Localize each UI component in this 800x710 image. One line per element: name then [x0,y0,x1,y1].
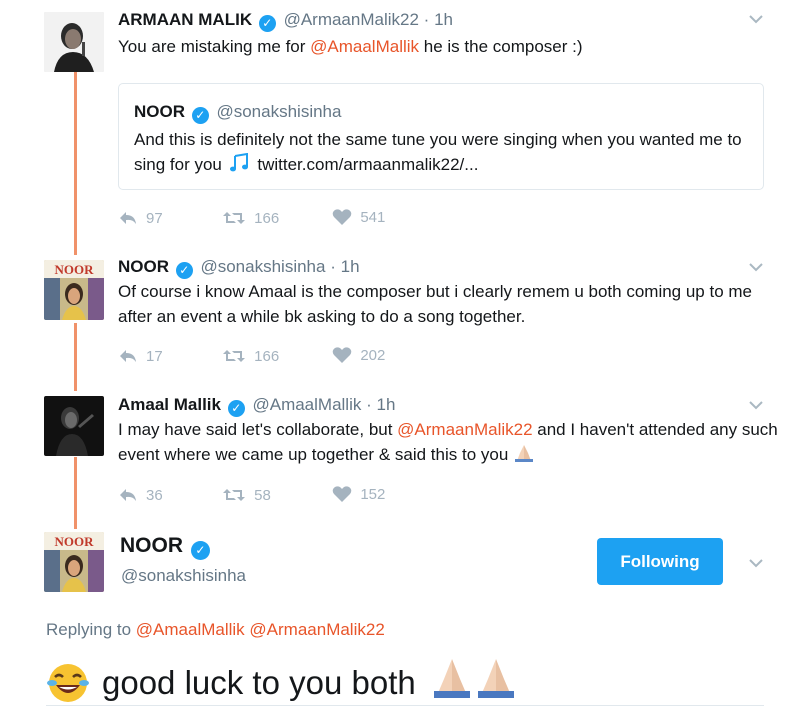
tweet-header: NOOR ✓ @sonakshisinha · 1h [118,257,360,279]
praying-hands-emoji-icon [430,655,520,710]
quoted-link[interactable]: twitter.com/armaanmalik22/... [257,155,478,174]
tweet-amaal[interactable]: Amaal Mallik ✓ @AmaalMallik · 1h I may h… [0,390,800,530]
divider [46,705,764,706]
tweet-header: Amaal Mallik ✓ @AmaalMallik · 1h [118,395,395,417]
like-button[interactable]: 152 [332,485,385,503]
retweet-count: 166 [254,209,280,227]
mention-link[interactable]: @ArmaanMalik22 [397,420,532,439]
like-icon [333,209,352,225]
avatar[interactable] [44,396,104,456]
mention-link[interactable]: @AmaalMallik [310,37,419,56]
replying-mentions[interactable]: @AmaalMallik @ArmaanMalik22 [136,620,385,639]
retweet-button[interactable]: 166 [222,210,328,227]
laughing-crying-emoji-icon [46,661,90,705]
avatar[interactable]: NOOR [44,532,104,592]
retweet-icon [223,212,246,224]
avatar[interactable]: NOOR [44,260,104,320]
reply-button[interactable]: 97 [118,210,218,227]
author-name[interactable]: Amaal Mallik [118,395,221,414]
music-notes-icon [229,152,251,180]
author-name[interactable]: NOOR [118,257,169,276]
timestamp[interactable]: 1h [434,10,453,29]
reply-button[interactable]: 17 [118,348,218,365]
avatar-logo-text: NOOR [55,534,95,549]
main-tweet-name: NOOR ✓ [120,534,213,560]
reply-button[interactable]: 36 [118,487,218,504]
quoted-author-handle: @sonakshisinha [216,102,342,121]
retweet-button[interactable]: 58 [222,487,328,504]
tweet-text: You are mistaking me for @AmaalMallik he… [118,34,778,59]
verified-icon: ✓ [258,15,276,32]
like-icon [333,486,352,502]
separator-dot: · [330,257,336,276]
verified-icon: ✓ [175,262,193,279]
timestamp[interactable]: 1h [341,257,360,276]
main-text: good luck to you both [102,663,416,701]
tweet-text: I may have said let's collaborate, but @… [118,417,778,470]
like-icon [333,347,352,363]
tweet-noor[interactable]: NOOR NOOR ✓ @sonakshisinha · 1h Of cours… [0,250,800,390]
avatar-logo-text: NOOR [55,262,95,277]
retweet-icon [223,350,246,362]
like-button[interactable]: 202 [332,346,385,364]
retweet-button[interactable]: 166 [222,348,328,365]
verified-icon: ✓ [190,541,210,560]
tweet-armaan[interactable]: ARMAAN MALIK ✓ @ArmaanMalik22 · 1h You a… [0,0,800,250]
reply-count: 97 [146,209,163,227]
separator-dot: · [423,10,430,29]
reply-count: 17 [146,347,163,365]
tweet-actions: 36 58 152 [118,485,385,507]
tweet-actions: 97 166 541 [118,208,385,230]
like-count: 202 [360,346,386,364]
tweet-text: Of course i know Amaal is the composer b… [118,282,752,326]
replying-prefix: Replying to [46,620,132,639]
reply-icon [120,489,136,501]
tweet-text-part: You are mistaking me for [118,37,311,56]
author-name[interactable]: NOOR [120,534,183,557]
tweet-text-part: I may have said let's collaborate, but [118,420,398,439]
retweet-count: 166 [254,347,280,365]
retweet-count: 58 [254,486,271,504]
author-handle[interactable]: @sonakshisinha [200,257,325,276]
quoted-tweet[interactable]: NOOR ✓ @sonakshisinha And this is defini… [118,83,764,190]
main-tweet-text: good luck to you both [46,655,520,710]
author-handle[interactable]: @ArmaanMalik22 [284,10,419,29]
quoted-tweet-header: NOOR ✓ @sonakshisinha [134,102,341,124]
chevron-down-icon[interactable] [748,398,764,414]
praying-hands-emoji-icon [513,443,535,470]
reply-icon [120,212,136,224]
separator-dot: · [366,395,372,414]
chevron-down-icon[interactable] [748,12,764,28]
chevron-down-icon[interactable] [748,260,764,276]
author-handle[interactable]: @sonakshisinha [121,566,246,586]
verified-icon: ✓ [227,400,245,417]
author-name[interactable]: ARMAAN MALIK [118,10,252,29]
like-count: 152 [360,485,386,503]
quoted-author-name: NOOR [134,102,185,121]
tweet-text-part: he is the composer :) [419,37,583,56]
replying-to: Replying to @AmaalMallik @ArmaanMalik22 [46,620,385,640]
retweet-icon [223,489,246,501]
timestamp[interactable]: 1h [377,395,396,414]
avatar[interactable] [44,12,104,72]
reply-count: 36 [146,486,163,504]
like-count: 541 [360,208,386,226]
reply-icon [120,350,136,362]
tweet-actions: 17 166 202 [118,346,385,368]
chevron-down-icon[interactable] [748,556,764,572]
like-button[interactable]: 541 [332,208,385,226]
tweet-header: ARMAAN MALIK ✓ @ArmaanMalik22 · 1h [118,10,453,32]
following-button[interactable]: Following [597,538,723,585]
quoted-tweet-text: And this is definitely not the same tune… [134,127,754,180]
verified-icon: ✓ [191,107,209,124]
author-handle[interactable]: @AmaalMallik [252,395,361,414]
